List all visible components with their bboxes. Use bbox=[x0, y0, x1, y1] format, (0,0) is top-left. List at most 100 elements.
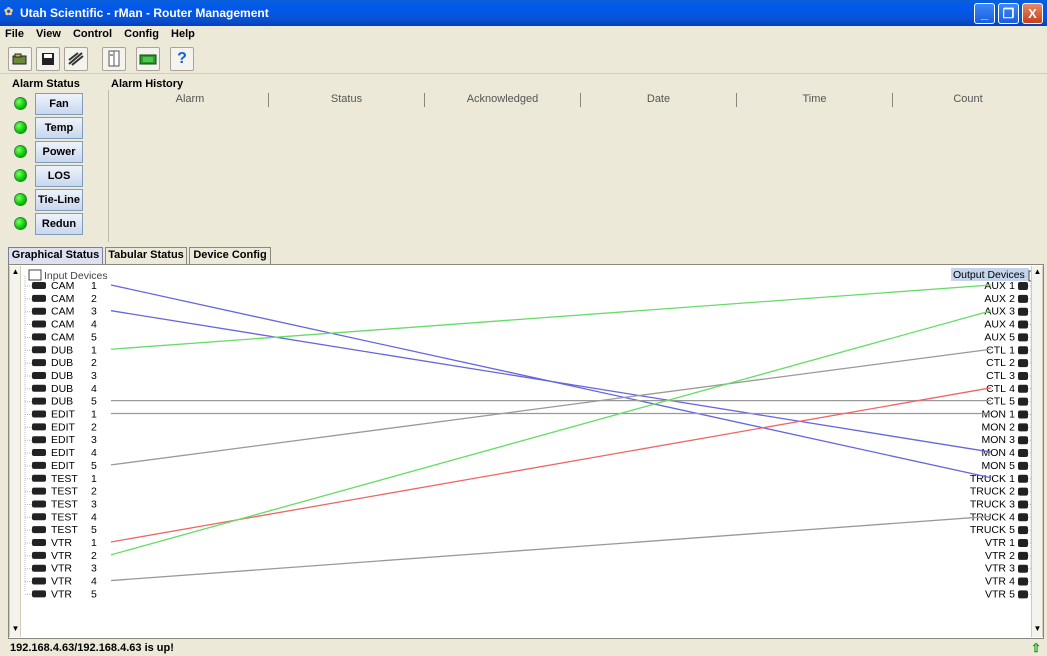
output-device-name[interactable]: CTL bbox=[986, 396, 1006, 408]
input-device-number[interactable]: 4 bbox=[91, 576, 97, 588]
output-device-name[interactable]: CTL bbox=[986, 357, 1006, 369]
input-device-number[interactable]: 2 bbox=[91, 293, 97, 305]
input-device-number[interactable]: 5 bbox=[91, 460, 97, 472]
input-device-number[interactable]: 1 bbox=[91, 537, 97, 549]
output-device-name[interactable]: AUX bbox=[984, 293, 1006, 305]
output-device-number[interactable]: 4 bbox=[1009, 319, 1015, 331]
column-header-time[interactable]: Time bbox=[737, 93, 893, 107]
input-device-name[interactable]: DUB bbox=[51, 357, 73, 369]
output-device-name[interactable]: VTR bbox=[985, 563, 1006, 575]
output-device-name[interactable]: TRUCK bbox=[970, 498, 1006, 510]
output-device-number[interactable]: 3 bbox=[1009, 370, 1015, 382]
output-device-number[interactable]: 2 bbox=[1009, 357, 1015, 369]
output-device-name[interactable]: AUX bbox=[984, 331, 1006, 343]
column-header-acknowledged[interactable]: Acknowledged bbox=[425, 93, 581, 107]
input-device-name[interactable]: EDIT bbox=[51, 409, 76, 421]
output-device-number[interactable]: 5 bbox=[1009, 331, 1015, 343]
restore-button[interactable]: ❐ bbox=[998, 3, 1019, 24]
output-device-number[interactable]: 5 bbox=[1009, 460, 1015, 472]
input-device-number[interactable]: 2 bbox=[91, 421, 97, 433]
tab-device-config[interactable]: Device Config bbox=[189, 247, 271, 264]
right-scrollbar[interactable]: ▲ ▼ bbox=[1031, 266, 1043, 637]
input-device-name[interactable]: VTR bbox=[51, 537, 72, 549]
output-device-name[interactable]: AUX bbox=[984, 280, 1006, 292]
output-device-number[interactable]: 5 bbox=[1009, 396, 1015, 408]
output-device-name[interactable]: VTR bbox=[985, 537, 1006, 549]
left-scrollbar[interactable]: ▲ ▼ bbox=[9, 266, 21, 637]
input-device-number[interactable]: 5 bbox=[91, 396, 97, 408]
column-header-count[interactable]: Count bbox=[893, 93, 1043, 107]
display-icon[interactable] bbox=[136, 47, 160, 71]
input-device-name[interactable]: VTR bbox=[51, 550, 72, 562]
menu-control[interactable]: Control bbox=[68, 26, 116, 40]
scroll-down-icon[interactable]: ▼ bbox=[1033, 624, 1042, 634]
config-icon[interactable] bbox=[102, 47, 126, 71]
output-device-number[interactable]: 3 bbox=[1009, 306, 1015, 318]
scroll-up-icon[interactable]: ▲ bbox=[1033, 267, 1042, 277]
minimize-button[interactable]: _ bbox=[974, 3, 995, 24]
input-device-name[interactable]: DUB bbox=[51, 344, 73, 356]
tab-graphical-status[interactable]: Graphical Status bbox=[8, 247, 103, 264]
output-device-number[interactable]: 5 bbox=[1009, 524, 1015, 536]
input-device-number[interactable]: 4 bbox=[91, 383, 97, 395]
output-device-name[interactable]: AUX bbox=[984, 319, 1006, 331]
help-icon[interactable]: ? bbox=[170, 47, 194, 71]
scroll-up-icon[interactable]: ▲ bbox=[11, 267, 20, 277]
input-device-name[interactable]: EDIT bbox=[51, 447, 76, 459]
alarm-button-fan[interactable]: Fan bbox=[35, 93, 83, 115]
output-device-name[interactable]: MON bbox=[982, 421, 1007, 433]
output-device-number[interactable]: 2 bbox=[1009, 550, 1015, 562]
input-device-name[interactable]: CAM bbox=[51, 306, 74, 318]
alarm-button-redun[interactable]: Redun bbox=[35, 213, 83, 235]
input-device-number[interactable]: 2 bbox=[91, 550, 97, 562]
alarm-button-tie-line[interactable]: Tie-Line bbox=[35, 189, 83, 211]
input-device-name[interactable]: TEST bbox=[51, 524, 78, 536]
input-device-number[interactable]: 3 bbox=[91, 563, 97, 575]
alarm-button-temp[interactable]: Temp bbox=[35, 117, 83, 139]
input-device-number[interactable]: 4 bbox=[91, 447, 97, 459]
output-device-number[interactable]: 5 bbox=[1009, 588, 1015, 600]
output-device-name[interactable]: TRUCK bbox=[970, 486, 1006, 498]
close-button[interactable]: X bbox=[1022, 3, 1043, 24]
alarm-button-power[interactable]: Power bbox=[35, 141, 83, 163]
tab-tabular-status[interactable]: Tabular Status bbox=[105, 247, 187, 264]
input-device-name[interactable]: DUB bbox=[51, 370, 73, 382]
input-device-name[interactable]: VTR bbox=[51, 588, 72, 600]
output-device-name[interactable]: VTR bbox=[985, 550, 1006, 562]
menu-config[interactable]: Config bbox=[119, 26, 163, 40]
save-icon[interactable] bbox=[36, 47, 60, 71]
input-device-name[interactable]: CAM bbox=[51, 280, 74, 292]
input-device-name[interactable]: DUB bbox=[51, 383, 73, 395]
input-device-number[interactable]: 5 bbox=[91, 331, 97, 343]
input-device-number[interactable]: 5 bbox=[91, 524, 97, 536]
output-device-name[interactable]: MON bbox=[982, 409, 1007, 421]
column-header-status[interactable]: Status bbox=[269, 93, 425, 107]
input-device-name[interactable]: CAM bbox=[51, 331, 74, 343]
input-device-name[interactable]: VTR bbox=[51, 576, 72, 588]
output-device-number[interactable]: 4 bbox=[1009, 576, 1015, 588]
output-device-number[interactable]: 4 bbox=[1009, 511, 1015, 523]
output-device-number[interactable]: 1 bbox=[1009, 344, 1015, 356]
column-header-date[interactable]: Date bbox=[581, 93, 737, 107]
input-device-name[interactable]: DUB bbox=[51, 396, 73, 408]
input-device-name[interactable]: TEST bbox=[51, 473, 78, 485]
output-device-name[interactable]: CTL bbox=[986, 383, 1006, 395]
input-device-number[interactable]: 1 bbox=[91, 473, 97, 485]
output-device-name[interactable]: CTL bbox=[986, 344, 1006, 356]
output-device-name[interactable]: CTL bbox=[986, 370, 1006, 382]
input-device-name[interactable]: CAM bbox=[51, 293, 74, 305]
input-device-name[interactable]: EDIT bbox=[51, 421, 76, 433]
input-device-number[interactable]: 3 bbox=[91, 434, 97, 446]
input-device-name[interactable]: TEST bbox=[51, 511, 78, 523]
scroll-down-icon[interactable]: ▼ bbox=[11, 624, 20, 634]
input-device-name[interactable]: CAM bbox=[51, 319, 74, 331]
input-device-number[interactable]: 4 bbox=[91, 511, 97, 523]
input-device-number[interactable]: 5 bbox=[91, 588, 97, 600]
output-device-number[interactable]: 1 bbox=[1009, 409, 1015, 421]
disconnect-icon[interactable] bbox=[64, 47, 88, 71]
output-device-name[interactable]: VTR bbox=[985, 576, 1006, 588]
output-device-name[interactable]: VTR bbox=[985, 588, 1006, 600]
output-device-number[interactable]: 4 bbox=[1009, 383, 1015, 395]
input-device-number[interactable]: 4 bbox=[91, 319, 97, 331]
output-device-number[interactable]: 3 bbox=[1009, 498, 1015, 510]
